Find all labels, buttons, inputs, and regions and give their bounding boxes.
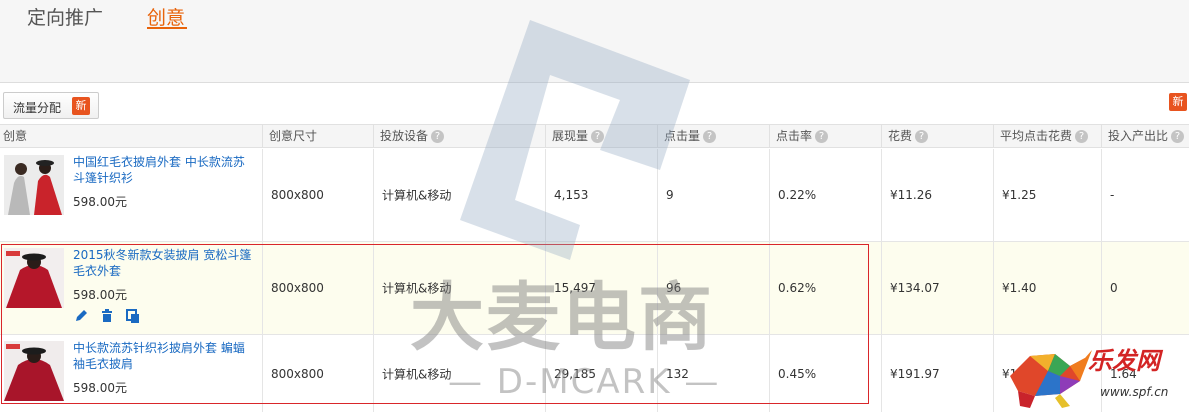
help-icon[interactable]: ? xyxy=(1075,130,1089,143)
col-ctr[interactable]: 点击率? xyxy=(769,125,881,147)
corner-site-name: 乐发网 xyxy=(1088,347,1160,375)
product-thumbnail[interactable] xyxy=(4,155,64,215)
corner-site-url: www.spf.cn xyxy=(1100,385,1169,399)
top-tab-bar: 定向推广 创意 xyxy=(0,0,1189,83)
toolbar: 流量分配 新 新 xyxy=(0,84,1189,124)
tab-targeted-promotion[interactable]: 定向推广 xyxy=(27,3,103,30)
col-impressions[interactable]: 展现量? xyxy=(545,125,657,147)
help-icon[interactable]: ? xyxy=(703,130,717,143)
col-creative[interactable]: 创意 xyxy=(0,125,262,147)
size-cell: 800x800 xyxy=(262,149,373,241)
ctr-cell: 0.22% xyxy=(769,149,881,241)
clicks-cell: 9 xyxy=(657,149,769,241)
cost-cell: ¥191.97 xyxy=(881,335,993,412)
highlight-box xyxy=(1,244,869,404)
device-cell: 计算机&移动 xyxy=(373,149,545,241)
table-row: 中国红毛衣披肩外套 中长款流苏斗篷针织衫 598.00元 800x800 计算机… xyxy=(0,149,1189,242)
help-icon[interactable]: ? xyxy=(815,130,829,143)
help-icon[interactable]: ? xyxy=(431,130,445,143)
roi-cell: - xyxy=(1101,149,1189,241)
new-badge: 新 xyxy=(72,97,90,115)
cpc-cell: ¥1.40 xyxy=(993,242,1101,334)
cpc-cell: ¥1.25 xyxy=(993,149,1101,241)
col-roi[interactable]: 投入产出比? xyxy=(1101,125,1189,147)
roi-cell: 0 xyxy=(1101,242,1189,334)
creative-cell: 中国红毛衣披肩外套 中长款流苏斗篷针织衫 598.00元 xyxy=(0,149,262,241)
active-tab-indicator xyxy=(147,27,187,29)
col-clicks[interactable]: 点击量? xyxy=(657,125,769,147)
table-header: 创意 创意尺寸 投放设备? 展现量? 点击量? 点击率? 花费? 平均点击花费?… xyxy=(0,124,1189,148)
creative-price: 598.00元 xyxy=(73,195,127,209)
help-icon[interactable]: ? xyxy=(1171,130,1185,143)
help-icon[interactable]: ? xyxy=(915,130,929,143)
help-icon[interactable]: ? xyxy=(591,130,605,143)
traffic-allocation-button[interactable]: 流量分配 新 xyxy=(3,92,99,119)
col-device[interactable]: 投放设备? xyxy=(373,125,545,147)
cost-cell: ¥11.26 xyxy=(881,149,993,241)
cost-cell: ¥134.07 xyxy=(881,242,993,334)
col-creative-size[interactable]: 创意尺寸 xyxy=(262,125,373,147)
traffic-allocation-label: 流量分配 xyxy=(13,101,62,115)
col-cost[interactable]: 花费? xyxy=(881,125,993,147)
col-avg-cpc[interactable]: 平均点击花费? xyxy=(993,125,1101,147)
impressions-cell: 4,153 xyxy=(545,149,657,241)
new-badge-right[interactable]: 新 xyxy=(1169,93,1187,111)
tab-creative[interactable]: 创意 xyxy=(147,3,185,30)
creative-title-link[interactable]: 中国红毛衣披肩外套 中长款流苏斗篷针织衫 xyxy=(73,154,253,186)
